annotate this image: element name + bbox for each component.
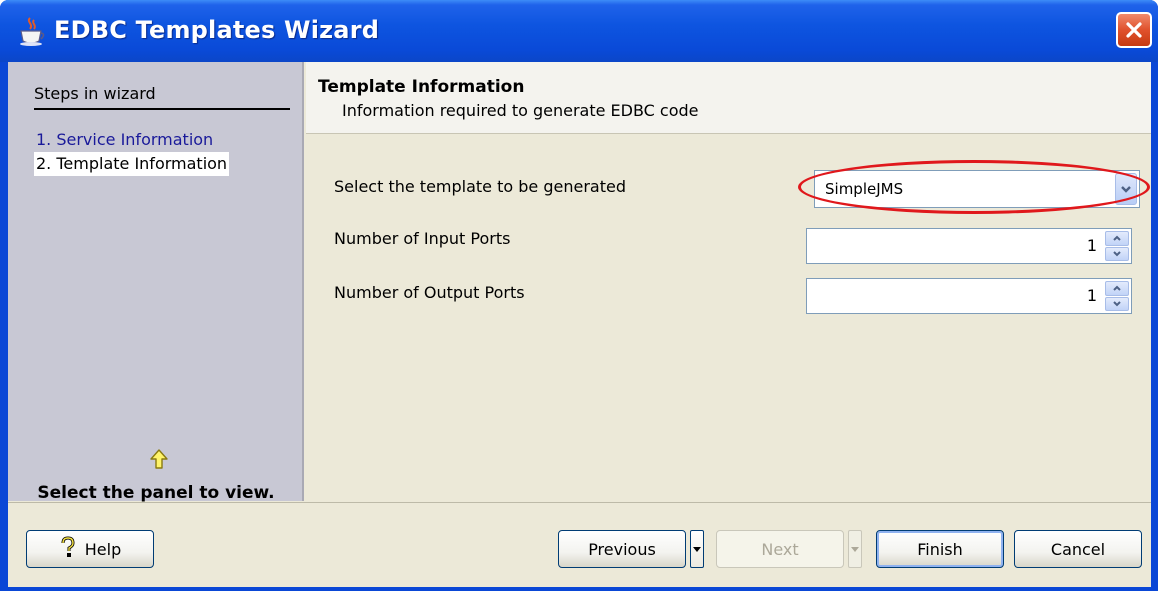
input-ports-value: 1 <box>1086 236 1097 255</box>
previous-dropdown-button[interactable] <box>690 530 704 568</box>
spin-up-button[interactable] <box>1105 281 1129 296</box>
finish-button-label: Finish <box>917 539 963 559</box>
help-icon <box>59 536 77 562</box>
wizard-client-area: Steps in wizard 1. Service Information 2… <box>8 62 1151 587</box>
panel-title: Template Information <box>318 77 525 97</box>
next-dropdown-button[interactable] <box>848 530 862 568</box>
spin-down-button[interactable] <box>1105 296 1129 311</box>
combo-dropdown-button[interactable] <box>1115 173 1137 205</box>
template-combo-value: SimpleJMS <box>825 180 904 198</box>
chevron-up-icon <box>1113 235 1121 241</box>
cancel-button-label: Cancel <box>1050 539 1106 559</box>
chevron-up-icon <box>1113 285 1121 291</box>
output-ports-spin-buttons <box>1105 281 1129 311</box>
cancel-button[interactable]: Cancel <box>1014 530 1142 568</box>
finish-button[interactable]: Finish <box>876 530 1004 568</box>
spin-down-button[interactable] <box>1105 246 1129 261</box>
chevron-down-icon <box>1113 301 1121 307</box>
java-cup-icon <box>20 17 45 46</box>
window-title: EDBC Templates Wizard <box>54 16 380 44</box>
close-button[interactable] <box>1116 12 1152 48</box>
next-button-label: Next <box>761 539 799 559</box>
panel-header: Template Information Information require… <box>306 62 1151 134</box>
step-template-information[interactable]: 2. Template Information <box>34 152 230 176</box>
chevron-down-icon <box>1113 251 1121 257</box>
previous-button[interactable]: Previous <box>558 530 686 568</box>
chevron-down-icon <box>1121 186 1131 193</box>
close-icon <box>1126 22 1142 38</box>
input-ports-label: Number of Input Ports <box>334 229 511 248</box>
input-ports-spinner[interactable]: 1 <box>806 228 1132 264</box>
button-bar: Help Previous Next Finish Cancel <box>8 502 1151 587</box>
help-button-label: Help <box>84 539 122 559</box>
panel-hint: Select the panel to view. <box>37 483 275 503</box>
step-service-information[interactable]: 1. Service Information <box>34 128 215 152</box>
steps-panel[interactable]: Steps in wizard 1. Service Information 2… <box>8 62 304 503</box>
spin-up-button[interactable] <box>1105 231 1129 246</box>
previous-button-label: Previous <box>588 539 656 559</box>
steps-title: Steps in wizard <box>34 84 290 110</box>
next-button[interactable]: Next <box>716 530 844 568</box>
title-bar[interactable]: EDBC Templates Wizard <box>0 0 1158 62</box>
output-ports-label: Number of Output Ports <box>334 283 525 302</box>
template-combo[interactable]: SimpleJMS <box>814 170 1140 208</box>
chevron-down-icon <box>693 547 701 552</box>
chevron-down-icon <box>851 547 859 552</box>
template-label: Select the template to be generated <box>334 177 626 196</box>
panel-subtitle: Information required to generate EDBC co… <box>342 101 699 120</box>
output-ports-value: 1 <box>1086 286 1097 305</box>
input-ports-spin-buttons <box>1105 231 1129 261</box>
up-arrow-icon <box>150 449 168 469</box>
wizard-window: EDBC Templates Wizard Steps in wizard 1.… <box>0 0 1158 591</box>
help-button[interactable]: Help <box>26 530 154 568</box>
output-ports-spinner[interactable]: 1 <box>806 278 1132 314</box>
